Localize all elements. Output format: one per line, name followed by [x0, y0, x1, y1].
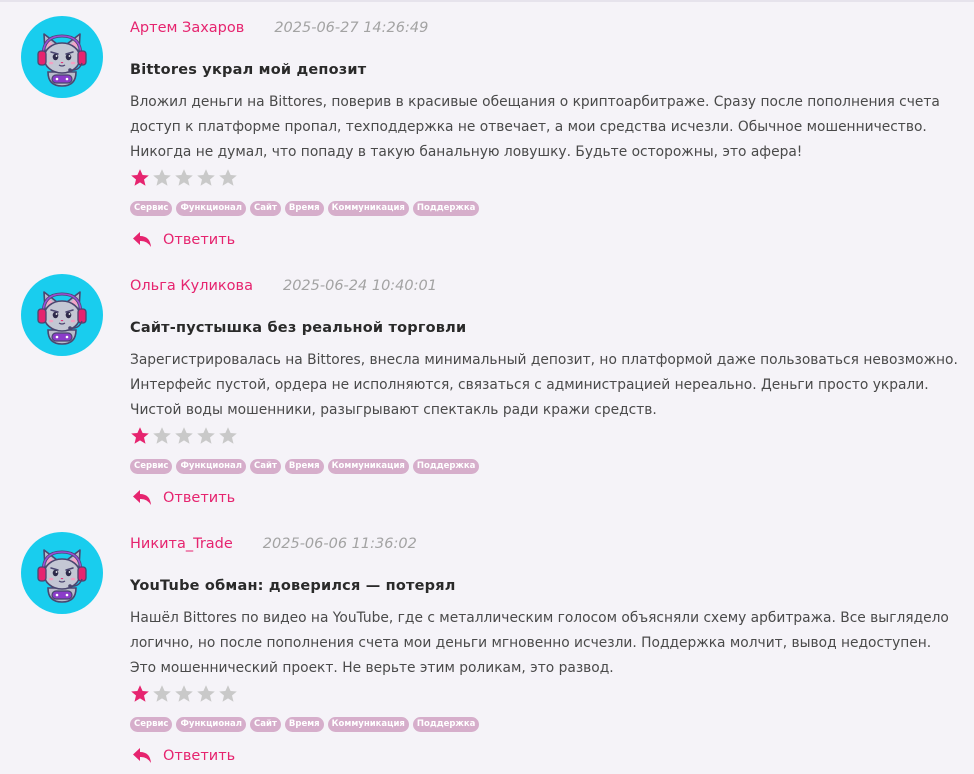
star-empty-icon	[197, 685, 215, 702]
cat-gamer-avatar-icon	[37, 549, 87, 603]
tag-badge: Сайт	[250, 201, 281, 216]
star-rating	[130, 684, 238, 704]
star-empty-icon	[219, 427, 237, 444]
tag-list: Сервис Функционал Сайт Время Коммуникация Под…	[130, 201, 480, 216]
tag-badge: Функционал	[176, 201, 247, 216]
star-empty-icon	[153, 685, 171, 702]
star-empty-icon	[175, 685, 193, 702]
review-text: Зарегистрировалась на Bittores, внесла м…	[130, 352, 958, 418]
tag-badge: Сервис	[130, 201, 173, 216]
reply-label: Ответить	[163, 489, 236, 506]
star-filled-icon	[131, 169, 149, 186]
star-empty-icon	[219, 685, 237, 702]
tag-list: Сервис Функционал Сайт Время Коммуникация Под…	[130, 459, 480, 474]
star-empty-icon	[175, 427, 193, 444]
star-empty-icon	[153, 427, 171, 444]
reply-button[interactable]: Ответить	[132, 489, 235, 506]
review-date: 2025-06-27 14:26:49	[274, 20, 429, 36]
cat-gamer-avatar-icon	[37, 33, 87, 87]
tag-badge: Функционал	[176, 459, 247, 474]
review-title: YouTube обман: доверился — потерял	[130, 578, 456, 594]
tag-badge: Функционал	[176, 717, 247, 732]
tag-badge: Сайт	[250, 717, 281, 732]
star-rating	[130, 426, 238, 446]
tag-badge: Сервис	[130, 717, 173, 732]
author-name[interactable]: Ольга Куликова	[130, 278, 253, 294]
avatar	[21, 532, 103, 614]
tag-badge: Время	[284, 717, 324, 732]
review-item: Ольга Куликова 2025-06-24 10:40:01 Сайт-…	[0, 258, 974, 516]
tag-badge: Коммуникация	[327, 717, 409, 732]
reply-arrow-icon	[133, 748, 151, 763]
avatar	[21, 274, 103, 356]
tag-badge: Время	[284, 201, 324, 216]
reply-button[interactable]: Ответить	[132, 231, 235, 248]
review-item: Артем Захаров 2025-06-27 14:26:49 Bittor…	[0, 0, 974, 258]
review-date: 2025-06-06 11:36:02	[262, 536, 417, 552]
review-date: 2025-06-24 10:40:01	[282, 278, 437, 294]
star-filled-icon	[131, 427, 149, 444]
tag-badge: Поддержка	[412, 717, 480, 732]
tag-badge: Коммуникация	[327, 201, 409, 216]
reply-label: Ответить	[163, 231, 236, 248]
star-empty-icon	[197, 427, 215, 444]
star-rating	[130, 168, 238, 188]
tag-badge: Коммуникация	[327, 459, 409, 474]
review-header: Ольга Куликова 2025-06-24 10:40:01	[130, 276, 437, 296]
reply-arrow-icon	[133, 232, 151, 247]
author-name[interactable]: Артем Захаров	[130, 20, 244, 36]
review-text: Нашёл Bittores по видео на YouTube, где …	[130, 610, 949, 676]
tag-badge: Сайт	[250, 459, 281, 474]
avatar	[21, 16, 103, 98]
tag-list: Сервис Функционал Сайт Время Коммуникация Под…	[130, 717, 480, 732]
tag-badge: Поддержка	[412, 201, 480, 216]
star-filled-icon	[131, 685, 149, 702]
cat-gamer-avatar-icon	[37, 291, 87, 345]
star-empty-icon	[153, 169, 171, 186]
reply-button[interactable]: Ответить	[132, 747, 235, 764]
reply-label: Ответить	[163, 747, 236, 764]
review-item: Никита_Trade 2025-06-06 11:36:02 YouTube…	[0, 516, 974, 774]
star-empty-icon	[197, 169, 215, 186]
tag-badge: Поддержка	[412, 459, 480, 474]
review-header: Никита_Trade 2025-06-06 11:36:02	[130, 534, 417, 554]
tag-badge: Время	[284, 459, 324, 474]
author-name[interactable]: Никита_Trade	[130, 536, 233, 552]
star-empty-icon	[219, 169, 237, 186]
tag-badge: Сервис	[130, 459, 173, 474]
star-empty-icon	[175, 169, 193, 186]
review-title: Bittores украл мой депозит	[130, 62, 367, 78]
review-title: Сайт-пустышка без реальной торговли	[130, 320, 467, 336]
reply-arrow-icon	[133, 490, 151, 505]
review-header: Артем Захаров 2025-06-27 14:26:49	[130, 18, 428, 38]
review-text: Вложил деньги на Bittores, поверив в кра…	[130, 94, 940, 160]
